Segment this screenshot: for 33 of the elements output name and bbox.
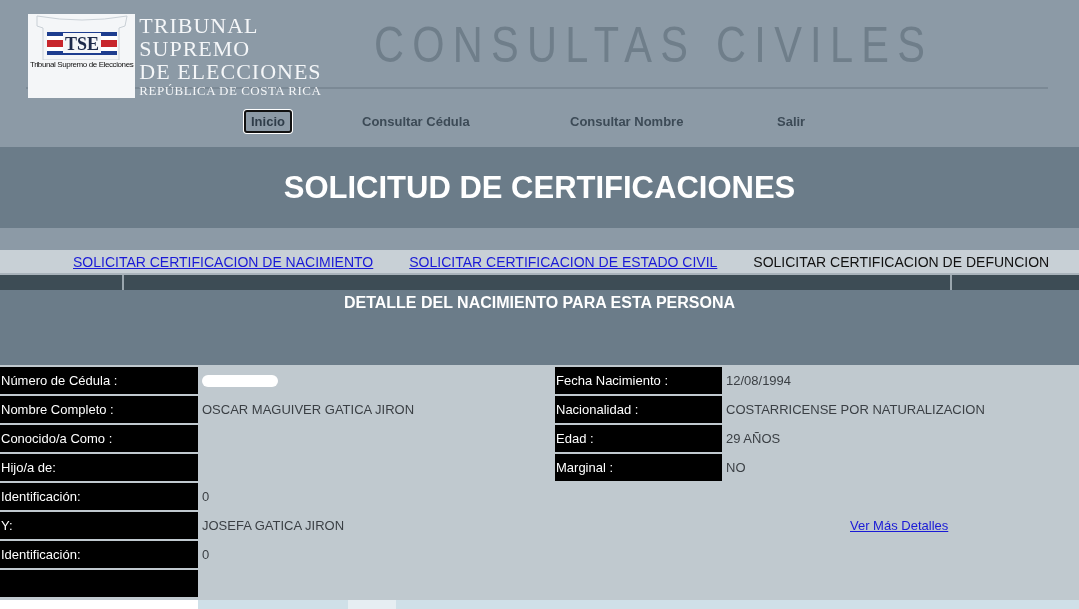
section-title: DETALLE DEL NACIMIENTO PARA ESTA PERSONA	[343, 294, 736, 313]
page-title: SOLICITUD DE CERTIFICACIONES	[283, 169, 796, 206]
field-label: Identificación:	[0, 541, 198, 568]
nav-link[interactable]: Consultar Nombre	[563, 110, 691, 133]
certificate-link[interactable]: SOLICITAR CERTIFICACION DE DEFUNCION	[753, 253, 1050, 270]
nav-link[interactable]: Inicio	[244, 110, 292, 133]
field-label: Nombre Completo :	[0, 396, 198, 423]
field-label: Número de Cédula :	[0, 367, 198, 394]
field-label: Nacionalidad :	[555, 396, 722, 423]
more-details-link[interactable]: Ver Más Detalles	[850, 518, 1079, 533]
field-label: Hijo/a de:	[0, 454, 198, 481]
certificate-link[interactable]: SOLICITAR CERTIFICACION DE ESTADO CIVIL	[409, 253, 718, 270]
field-value: NO	[725, 459, 747, 477]
organization-subtitle: REPÚBLICA DE COSTA RICA	[139, 83, 323, 98]
field-label: Y:	[0, 512, 198, 539]
field-value: 12/08/1994	[725, 372, 793, 390]
field-value: 0	[201, 488, 211, 506]
field-label: Conocido/a Como :	[0, 425, 198, 452]
nav-link[interactable]: Consultar Cédula	[355, 110, 477, 133]
field-value: COSTARRICENSE POR NATURALIZACION	[725, 401, 986, 419]
field-label: Edad :	[555, 425, 722, 452]
certificate-link[interactable]: SOLICITAR CERTIFICACION DE NACIMIENTO	[73, 253, 374, 270]
field-label: Fecha Nacimiento :	[555, 367, 722, 394]
field-label: Marginal :	[555, 454, 722, 481]
organization-name: TRIBUNAL SUPREMO	[139, 14, 259, 60]
organization-name: DE ELECCIONES	[139, 60, 323, 83]
field-value: OSCAR MAGUIVER GATICA JIRON	[201, 401, 416, 419]
field-value: 29 AÑOS	[725, 430, 782, 448]
emblem-logo: TSE Tribunal Supremo de Elecciones	[28, 14, 136, 98]
field-value: JOSEFA GATICA JIRON	[201, 517, 346, 535]
field-value: 0	[201, 546, 211, 564]
nav-link[interactable]: Salir	[770, 110, 813, 133]
field-label: Identificación:	[0, 483, 198, 510]
